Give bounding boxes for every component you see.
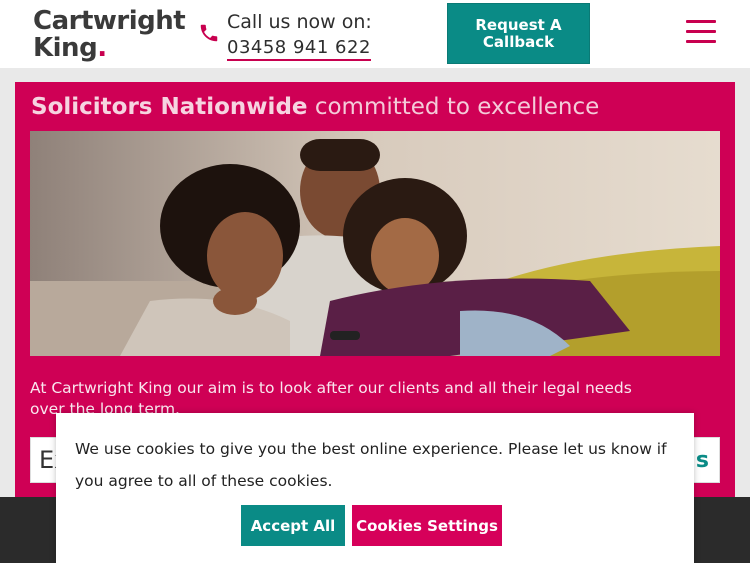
logo-line-2: King bbox=[33, 33, 98, 63]
hamburger-menu-icon[interactable] bbox=[686, 20, 716, 44]
logo[interactable]: Cartwright King. bbox=[33, 6, 186, 63]
page-headline: Solicitors Nationwide committed to excel… bbox=[31, 94, 599, 120]
site-header: Cartwright King. Call us now on: 03458 9… bbox=[0, 0, 750, 68]
cookie-banner: We use cookies to give you the best onli… bbox=[56, 413, 694, 563]
cookie-message: We use cookies to give you the best onli… bbox=[75, 440, 667, 490]
call-label: Call us now on: bbox=[227, 11, 372, 33]
family-photo bbox=[30, 131, 720, 356]
cookies-settings-button[interactable]: Cookies Settings bbox=[352, 505, 502, 546]
phone-icon bbox=[200, 24, 218, 42]
request-callback-button[interactable]: Request A Callback bbox=[447, 3, 590, 64]
headline-bold: Solicitors Nationwide bbox=[31, 94, 308, 120]
logo-line-1: Cartwright bbox=[33, 6, 186, 36]
phone-number-link[interactable]: 03458 941 622 bbox=[227, 37, 371, 61]
hero-image-illustration bbox=[30, 131, 720, 356]
search-bar-text-end: s bbox=[695, 448, 709, 473]
accept-all-button[interactable]: Accept All bbox=[241, 505, 345, 546]
headline-light: committed to excellence bbox=[314, 94, 600, 120]
logo-dot: . bbox=[97, 33, 107, 63]
